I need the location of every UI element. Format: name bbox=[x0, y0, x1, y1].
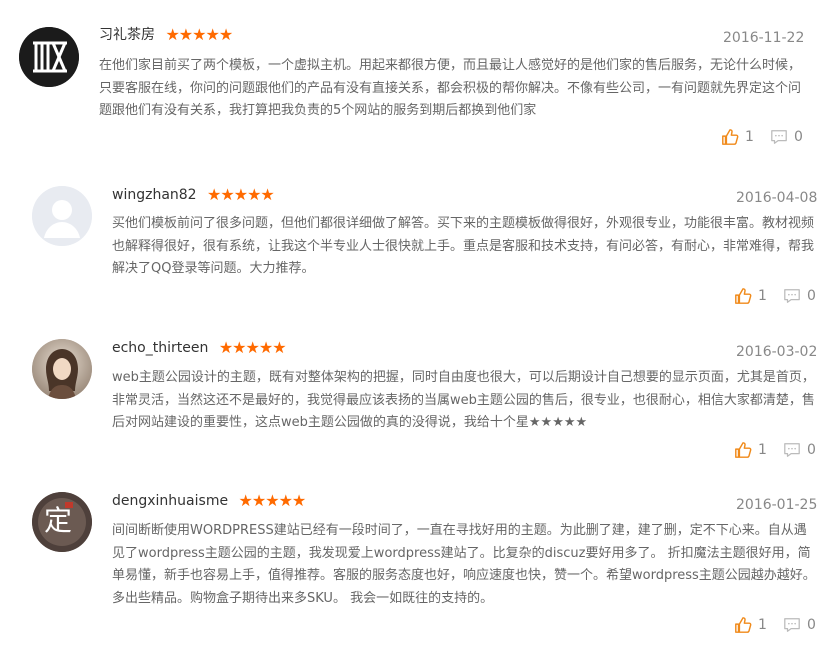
ink-logo-avatar-icon bbox=[19, 27, 79, 87]
avatar[interactable] bbox=[32, 339, 92, 399]
reviewer-name-text[interactable]: wingzhan82 bbox=[112, 187, 197, 203]
photo-avatar-icon bbox=[32, 339, 92, 399]
review-text-line: 后对网站建设的重要性，这点web主题公园做的真的没得说，我给十个星★★★★★ bbox=[112, 415, 588, 430]
review-text-line: 题跟他们有没有关系，我打算把我负责的5个网站的服务到期后都换到他们家 bbox=[99, 103, 537, 118]
rating-stars: ★★★★★ bbox=[207, 185, 275, 206]
star-icon: ★★★★★ bbox=[165, 25, 233, 44]
review-text: web主题公园设计的主题，既有对整体架构的把握，同时自由度也很大，可以后期设计自… bbox=[112, 367, 815, 435]
like-count: 1 bbox=[745, 129, 754, 145]
like-button[interactable]: 1 bbox=[734, 286, 767, 306]
thumbs-up-icon bbox=[722, 129, 739, 145]
like-button[interactable]: 1 bbox=[721, 127, 754, 147]
review-text: 间间断断使用WORDPRESS建站已经有一段时间了，一直在寻找好用的主题。为此删… bbox=[112, 520, 816, 610]
reviewer-name[interactable]: wingzhan82 ★★★★★ bbox=[112, 185, 275, 206]
star-icon: ★★★★★ bbox=[238, 491, 307, 510]
review-text-line: 只要客服在线，你问的问题跟他们的产品有没有直接关系，都会积极的帮你解决。不像有些… bbox=[99, 80, 802, 96]
reviewer-name-text[interactable]: 习礼茶房 bbox=[99, 27, 155, 43]
star-icon: ★★★★★ bbox=[218, 338, 287, 357]
comment-button[interactable]: 0 bbox=[783, 286, 816, 306]
avatar[interactable] bbox=[19, 27, 79, 87]
thumbs-up-icon bbox=[735, 442, 752, 458]
review-text: 在他们家目前买了两个模板，一个虚拟主机。用起来都很方便，而且最让人感觉好的是他们… bbox=[99, 55, 801, 123]
like-button[interactable]: 1 bbox=[734, 615, 767, 635]
avatar[interactable] bbox=[32, 186, 92, 246]
thumbs-up-icon bbox=[735, 288, 752, 304]
review-text-line: 也解释得很好，很有系统，让我这个半专业人士很快就上手。重点是客服和技术支持，有问… bbox=[112, 238, 815, 254]
reviewer-name[interactable]: 习礼茶房 ★★★★★ bbox=[99, 25, 233, 46]
review-text-line: 在他们家目前买了两个模板，一个虚拟主机。用起来都很方便，而且最让人感觉好的是他们… bbox=[99, 58, 802, 73]
review-text-line: 间间断断使用WORDPRESS建站已经有一段时间了，一直在寻找好用的主题。为此删… bbox=[112, 523, 807, 538]
review-text: 买他们模板前问了很多问题，但他们都很详细做了解答。买下来的主题模板做得很好，外观… bbox=[112, 213, 814, 281]
reviewer-name-text[interactable]: echo_thirteen bbox=[112, 340, 208, 356]
comment-button[interactable]: 0 bbox=[783, 440, 816, 460]
review-date: 2016-11-22 bbox=[723, 30, 805, 46]
review-text-line: 多出些精品。购物盒子期待出来多SKU。 我会一如既往的支持的。 bbox=[112, 590, 494, 606]
like-count: 1 bbox=[758, 442, 767, 458]
rating-stars: ★★★★★ bbox=[238, 491, 307, 512]
like-count: 1 bbox=[758, 288, 767, 304]
review-date: 2016-03-02 bbox=[736, 344, 818, 360]
avatar[interactable]: 定 bbox=[32, 492, 92, 552]
comment-count: 0 bbox=[807, 617, 816, 633]
review-text-line: 非常灵活，当然这还不是最好的，我觉得最应该表扬的当属web主题公园的售后，很专业… bbox=[112, 392, 815, 408]
comment-icon bbox=[771, 130, 787, 144]
rating-stars: ★★★★★ bbox=[165, 25, 233, 46]
reviewer-name-text[interactable]: dengxinhuaisme bbox=[112, 493, 228, 509]
comment-count: 0 bbox=[807, 442, 816, 458]
avatar-text: 定 bbox=[44, 504, 73, 537]
review-text-line: 见了wordpress主题公园的主题，我发现爱上wordpress建站了。比复杂… bbox=[112, 545, 811, 561]
review-text-line: 买他们模板前问了很多问题，但他们都很详细做了解答。买下来的主题模板做得很好，外观… bbox=[112, 216, 815, 231]
comment-button[interactable]: 0 bbox=[770, 127, 803, 147]
comment-count: 0 bbox=[794, 129, 803, 145]
comment-count: 0 bbox=[807, 288, 816, 304]
star-icon: ★★★★★ bbox=[207, 185, 275, 204]
reviewer-name[interactable]: dengxinhuaisme ★★★★★ bbox=[112, 491, 307, 512]
like-count: 1 bbox=[758, 617, 767, 633]
reviewer-name[interactable]: echo_thirteen ★★★★★ bbox=[112, 338, 287, 359]
default-user-avatar-icon bbox=[32, 186, 92, 246]
like-button[interactable]: 1 bbox=[734, 440, 767, 460]
comment-icon bbox=[784, 618, 800, 632]
comment-icon bbox=[784, 443, 800, 457]
comment-icon bbox=[784, 289, 800, 303]
review-text-line: 解决了QQ登录等问题。大力推荐。 bbox=[112, 261, 315, 276]
review-date: 2016-01-25 bbox=[736, 497, 818, 513]
thumbs-up-icon bbox=[735, 617, 752, 633]
review-text-line: web主题公园设计的主题，既有对整体架构的把握，同时自由度也很大，可以后期设计自… bbox=[112, 370, 815, 385]
review-date: 2016-04-08 bbox=[736, 190, 818, 206]
rating-stars: ★★★★★ bbox=[218, 338, 287, 359]
comment-button[interactable]: 0 bbox=[783, 615, 816, 635]
review-text-line: 单易懂，新手也容易上手，值得推荐。客服的服务态度也好，响应速度也快，赞一个。希望… bbox=[112, 568, 816, 583]
